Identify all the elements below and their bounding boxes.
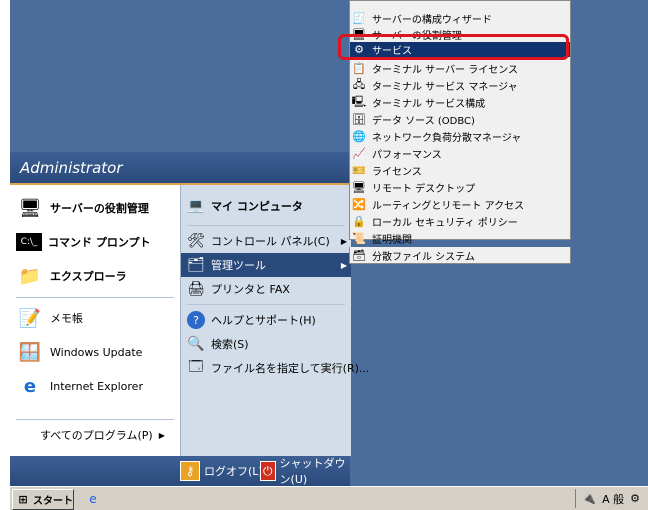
menu-item-control-panel[interactable]: 🛠 コントロール パネル(C) ▶ — [181, 229, 351, 253]
screen-edge — [0, 0, 10, 509]
start-menu-left-pane: 🖥 サーバーの役割管理 C:\_ コマンド プロンプト 📁 エクスプローラ 📝 … — [10, 185, 180, 456]
nlb-icon: 🌐 — [352, 130, 366, 143]
separator — [187, 304, 345, 305]
arrow-right-icon: ▶ — [340, 236, 347, 246]
system-tray: 🔌 A 般 ⚙ — [575, 489, 646, 508]
submenu-item-routing[interactable]: 🔀 ルーティングとリモート アクセス — [350, 197, 570, 212]
submenu-item-odbc[interactable]: 🗄 データ ソース (ODBC) — [350, 112, 570, 127]
menu-item-printers[interactable]: 🖨 プリンタと FAX — [181, 277, 351, 301]
wizard-icon: 🧾 — [352, 12, 366, 25]
start-button[interactable]: ⊞ スタート — [12, 489, 74, 510]
search-icon: 🔍 — [187, 336, 205, 352]
key-icon: ⚷ — [180, 461, 200, 481]
server-manage-icon: 🖥 — [18, 197, 42, 219]
menu-item-admin-tools[interactable]: 🗂 管理ツール ▶ — [181, 253, 351, 277]
command-prompt-icon: C:\_ — [16, 233, 42, 251]
start-menu-header: Administrator — [10, 152, 350, 185]
separator — [16, 419, 174, 420]
menu-item-command-prompt[interactable]: C:\_ コマンド プロンプト — [10, 225, 180, 259]
certificate-icon: 📜 — [352, 232, 366, 245]
start-menu-footer: ⚷ ログオフ(L) ⏻ シャットダウン(U) — [10, 456, 350, 486]
submenu-item-performance[interactable]: 📈 パフォーマンス — [350, 146, 570, 161]
menu-item-search[interactable]: 🔍 検索(S) — [181, 332, 351, 356]
menu-item-server-manage[interactable]: 🖥 サーバーの役割管理 — [10, 191, 180, 225]
submenu-item-nlb[interactable]: 🌐 ネットワーク負荷分散マネージャ — [350, 129, 570, 144]
windows-update-icon: 🪟 — [18, 341, 42, 363]
menu-item-windows-update[interactable]: 🪟 Windows Update — [10, 335, 180, 369]
taskbar: ⊞ スタート e 🔌 A 般 ⚙ — [10, 486, 648, 510]
ime-text[interactable]: A 般 — [602, 491, 624, 507]
my-computer-icon: 💻 — [187, 198, 205, 214]
submenu-item-license[interactable]: 🎫 ライセンス — [350, 163, 570, 178]
terminal-config-icon: 🖳 — [351, 95, 367, 108]
submenu-item-terminal-license[interactable]: 📋 ターミナル サーバー ライセンス — [350, 61, 570, 76]
start-menu: Administrator 🖥 サーバーの役割管理 C:\_ コマンド プロンプ… — [10, 152, 369, 486]
odbc-icon: 🗄 — [352, 113, 366, 126]
explorer-icon: 📁 — [18, 265, 42, 287]
shutdown-button[interactable]: ⏻ シャットダウン(U) — [260, 457, 350, 486]
help-icon: ? — [187, 311, 205, 329]
performance-icon: 📈 — [352, 147, 366, 160]
remote-desktop-icon: 🖥 — [352, 181, 366, 194]
menu-item-help[interactable]: ? ヘルプとサポート(H) — [181, 308, 351, 332]
start-menu-right-pane: 💻 マイ コンピュータ 🛠 コントロール パネル(C) ▶ 🗂 管理ツール ▶ … — [180, 185, 369, 456]
security-policy-icon: 🔒 — [352, 215, 366, 228]
internet-explorer-icon: e — [23, 375, 37, 397]
submenu-item-dfs[interactable]: 🗃 分散ファイル システム — [349, 247, 571, 264]
notepad-icon: 📝 — [18, 307, 42, 329]
printer-icon: 🖨 — [187, 281, 205, 297]
windows-logo-icon: ⊞ — [18, 493, 28, 506]
arrow-right-icon: ▶ — [340, 260, 347, 270]
terminal-manager-icon: 🖧 — [352, 78, 366, 91]
highlight-annotation — [338, 34, 569, 60]
ime-settings-icon[interactable]: ⚙ — [630, 492, 640, 505]
submenu-item-terminal-manager[interactable]: 🖧 ターミナル サービス マネージャ — [350, 78, 570, 93]
network-icon[interactable]: 🔌 — [582, 492, 596, 505]
routing-icon: 🔀 — [352, 198, 366, 211]
submenu-item-certificate[interactable]: 📜 証明機関 — [350, 231, 570, 246]
menu-item-run[interactable]: 🗔 ファイル名を指定して実行(R)... — [181, 356, 369, 380]
control-panel-icon: 🛠 — [187, 233, 205, 249]
menu-item-my-computer[interactable]: 💻 マイ コンピュータ — [181, 189, 351, 223]
license-icon: 🎫 — [352, 164, 366, 177]
submenu-item-remote-desktop[interactable]: 🖥 リモート デスクトップ — [350, 180, 570, 195]
separator — [16, 297, 174, 298]
run-icon: 🗔 — [188, 359, 204, 375]
all-programs-button[interactable]: すべてのプログラム(P) ▶ — [10, 423, 180, 447]
submenu-item-config-wizard[interactable]: 🧾 サーバーの構成ウィザード — [350, 11, 570, 26]
logoff-button[interactable]: ⚷ ログオフ(L) — [180, 461, 263, 481]
dfs-icon: 🗃 — [352, 248, 366, 262]
arrow-right-icon: ▶ — [158, 430, 165, 440]
menu-item-explorer[interactable]: 📁 エクスプローラ — [10, 259, 180, 293]
submenu-item-terminal-config[interactable]: 🖳 ターミナル サービス構成 — [350, 95, 570, 110]
menu-item-notepad[interactable]: 📝 メモ帳 — [10, 301, 180, 335]
ie-quicklaunch-icon[interactable]: e — [84, 490, 102, 507]
power-icon: ⏻ — [260, 461, 276, 481]
user-name: Administrator — [20, 159, 123, 177]
submenu-item-security-policy[interactable]: 🔒 ローカル セキュリティ ポリシー — [350, 214, 570, 229]
separator — [187, 225, 345, 226]
terminal-license-icon: 📋 — [352, 62, 366, 75]
menu-item-internet-explorer[interactable]: e Internet Explorer — [10, 369, 180, 403]
admin-tools-icon: 🗂 — [187, 257, 205, 273]
